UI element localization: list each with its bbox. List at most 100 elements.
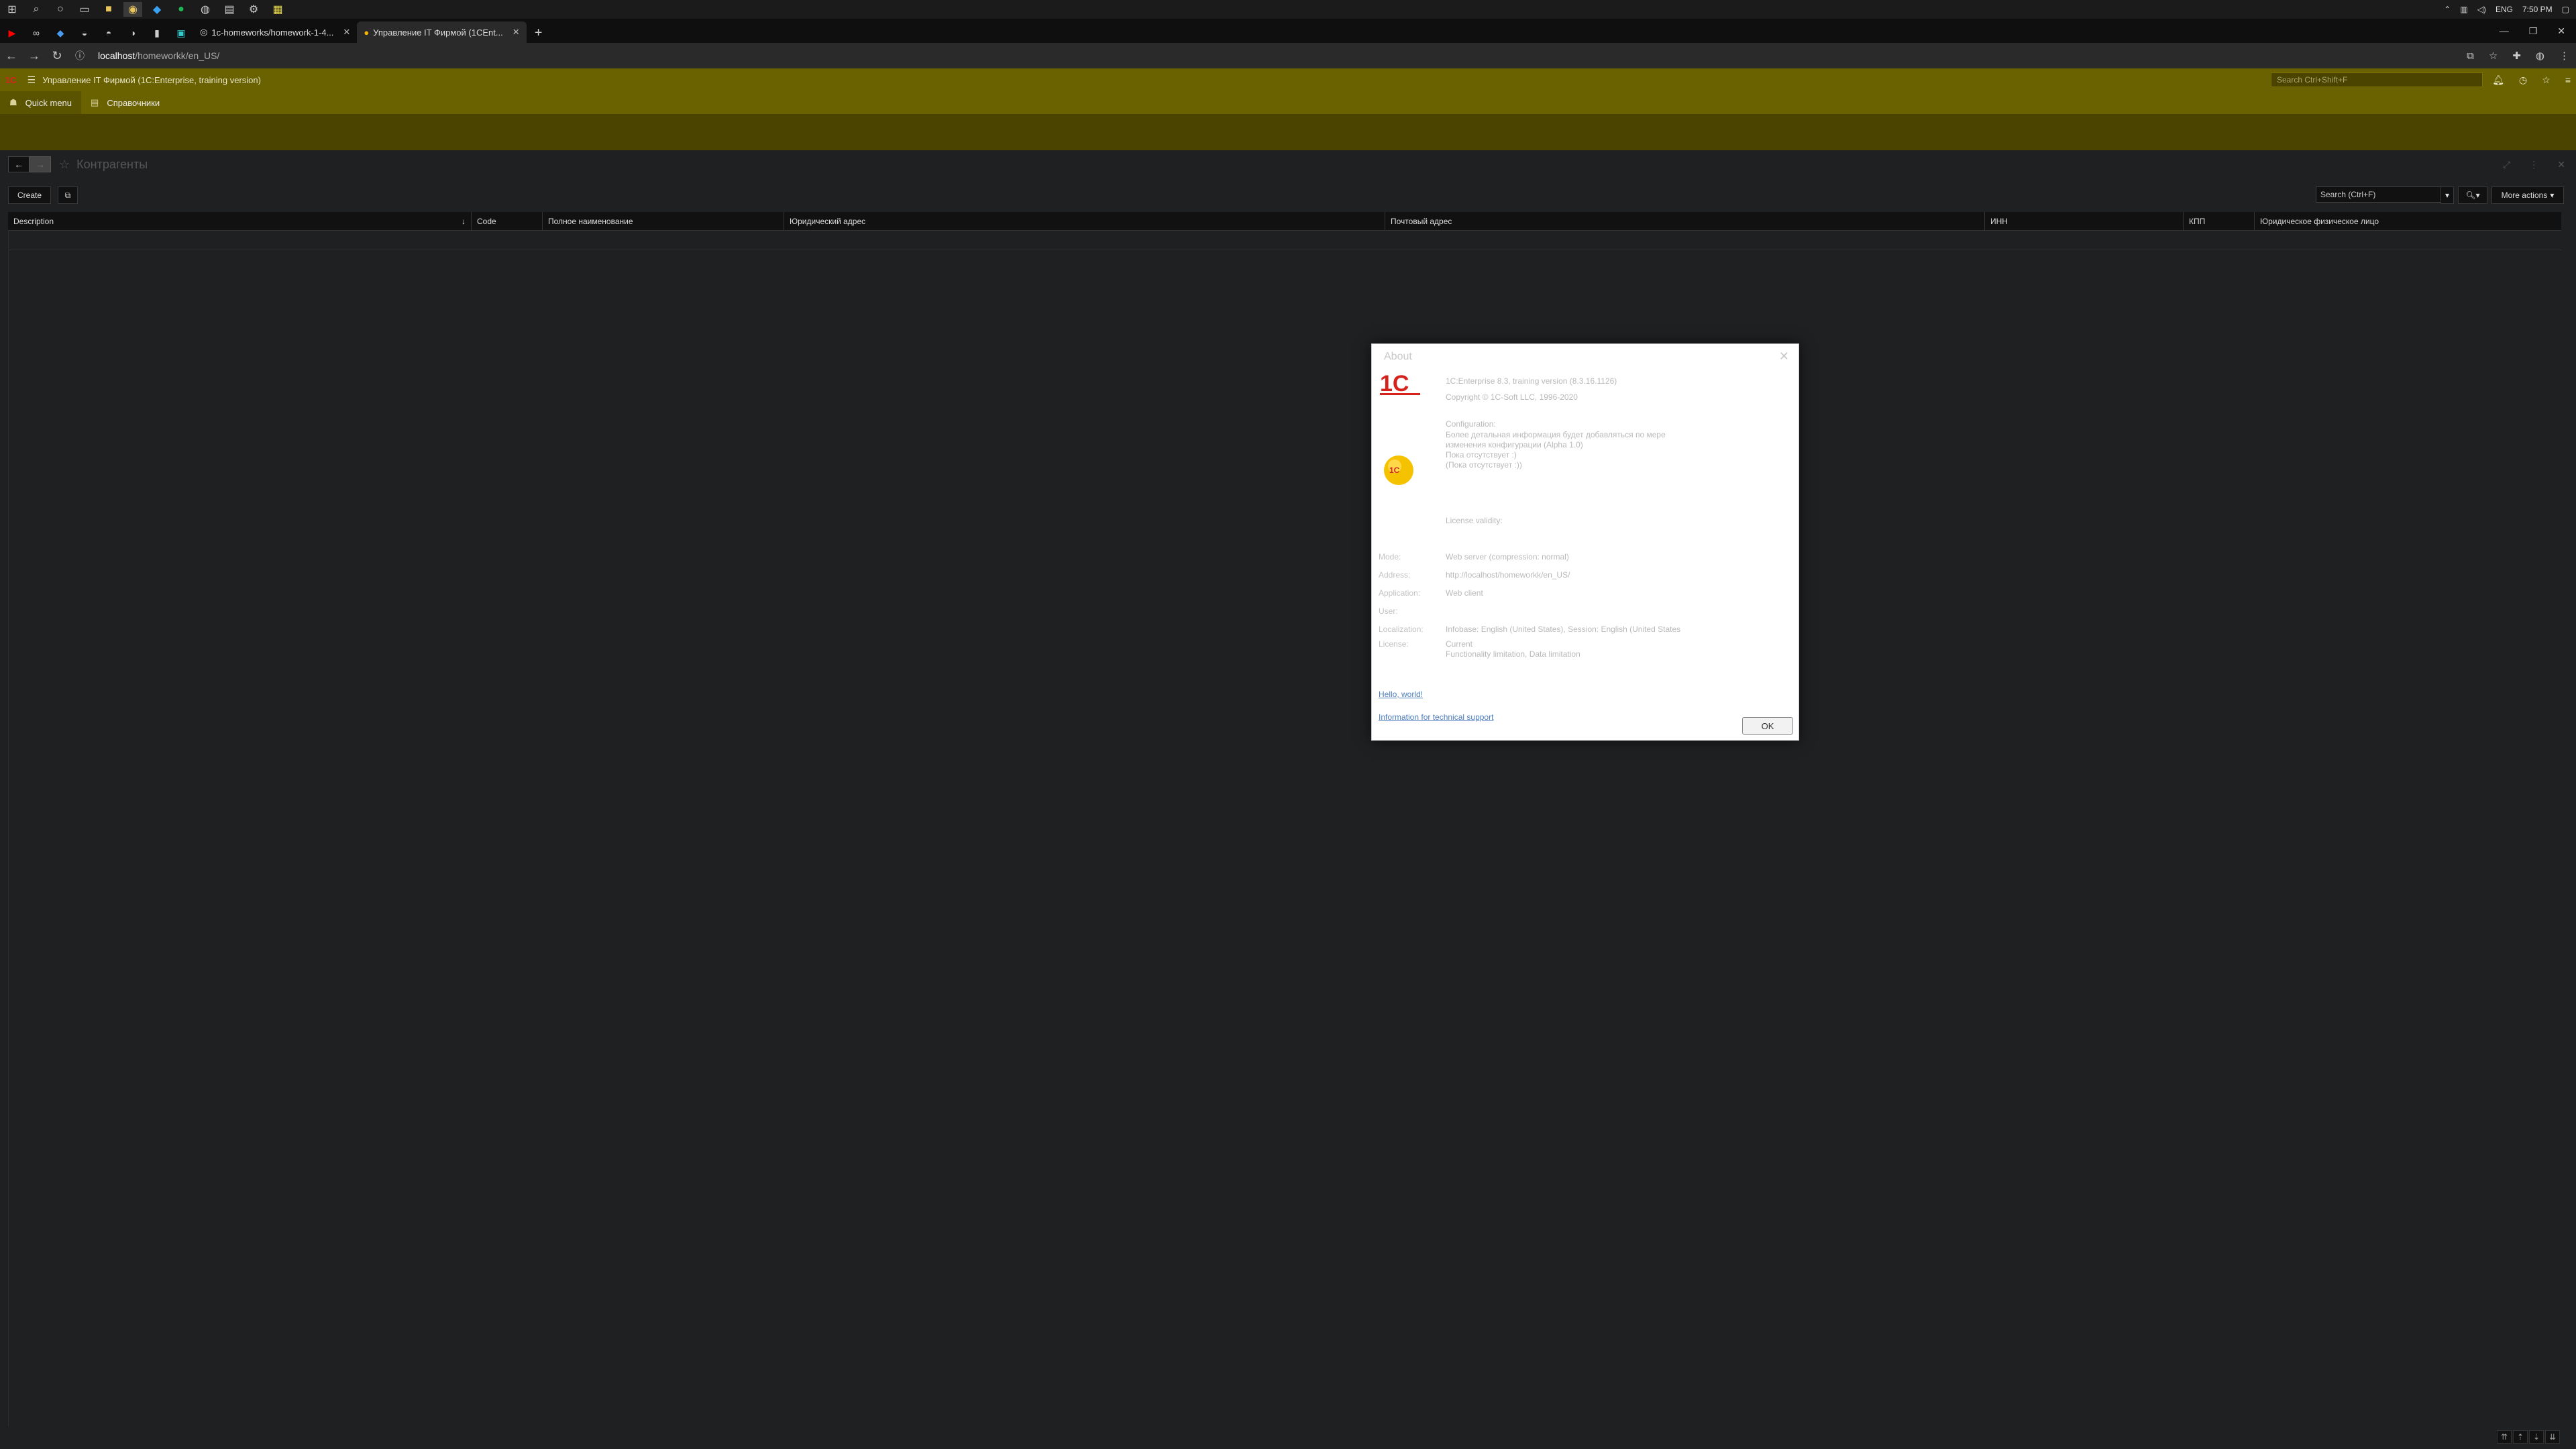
pager-bar: ⇈ ⇡ ⇣ ⇊ bbox=[0, 1426, 2576, 1449]
url-field[interactable]: localhost/homeworkk/en_US/ bbox=[98, 50, 219, 61]
table-body[interactable] bbox=[8, 231, 2562, 1426]
close-icon[interactable]: ✕ bbox=[1779, 350, 1789, 364]
pinned-tab-icon[interactable]: ◓ bbox=[97, 23, 121, 43]
copy-button[interactable]: ⧉ bbox=[58, 186, 78, 204]
install-icon[interactable]: ⧉ bbox=[2467, 50, 2474, 62]
search-dropdown-button[interactable]: ▾ bbox=[2440, 186, 2454, 204]
pinned-tab-icon[interactable]: ∞ bbox=[24, 23, 48, 43]
page-down-icon[interactable]: ⇣ bbox=[2529, 1430, 2544, 1444]
last-page-icon[interactable]: ⇊ bbox=[2545, 1430, 2560, 1444]
minimize-icon[interactable]: — bbox=[2500, 25, 2509, 36]
form-close-icon[interactable]: ✕ bbox=[2557, 159, 2565, 170]
vscode-icon[interactable]: ◆ bbox=[148, 2, 166, 17]
forward-icon[interactable]: → bbox=[23, 49, 46, 63]
create-button[interactable]: Create bbox=[8, 186, 51, 204]
column-header-legal-person[interactable]: Юридическое физическое лицо bbox=[2254, 212, 2561, 231]
column-label: Description bbox=[13, 217, 54, 226]
pinned-tab-icon[interactable]: ◒ bbox=[72, 23, 97, 43]
column-header-kpp[interactable]: КПП bbox=[2183, 212, 2254, 231]
terminal-icon[interactable]: ▤ bbox=[220, 2, 239, 17]
first-page-icon[interactable]: ⇈ bbox=[2497, 1430, 2512, 1444]
1c-logo-icon: 1С bbox=[1380, 371, 1420, 396]
svg-text:1С: 1С bbox=[1380, 371, 1409, 396]
hamburger-menu-icon[interactable]: ☰ bbox=[28, 74, 36, 86]
column-header-legal-address[interactable]: Юридический адрес bbox=[784, 212, 1385, 231]
section-catalogs[interactable]: ▤ Справочники bbox=[81, 91, 169, 114]
restore-icon[interactable]: ❐ bbox=[2529, 25, 2538, 37]
global-search-input[interactable]: Search Ctrl+Shift+F bbox=[2271, 72, 2483, 87]
system-tray: ⌃ ▥ ◁) ENG 7:50 PM ▢ bbox=[2444, 0, 2569, 19]
close-icon[interactable]: ✕ bbox=[343, 27, 350, 38]
favorites-star-icon[interactable]: ☆ bbox=[2542, 74, 2551, 86]
form-menu-icon[interactable]: ⋮ bbox=[2529, 159, 2538, 170]
chrome-icon[interactable]: ◉ bbox=[123, 2, 142, 17]
volume-icon[interactable]: ◁) bbox=[2477, 5, 2486, 14]
app-header: 1C ☰ Управление IT Фирмой (1C:Enterprise… bbox=[0, 68, 2576, 91]
youtube-icon[interactable]: ▶ bbox=[0, 23, 24, 43]
windows-icon[interactable]: ⊞ bbox=[3, 2, 21, 17]
copyright-text: Copyright © 1C-Soft LLC, 1996-2020 bbox=[1446, 392, 1578, 402]
bell-icon[interactable]: 🔔︎ bbox=[2492, 74, 2504, 86]
notifications-icon[interactable]: ▢ bbox=[2562, 5, 2569, 14]
pinned-tab-icon[interactable]: ▣ bbox=[169, 23, 193, 43]
info-icon[interactable]: ⓘ bbox=[68, 49, 91, 62]
config-line: Пока отсутствует :) bbox=[1446, 450, 1517, 460]
tab-label: 1c-homeworks/homework-1-4... bbox=[211, 27, 334, 38]
pinned-tab-icon[interactable]: ▮ bbox=[145, 23, 169, 43]
more-actions-button[interactable]: More actions ▾ bbox=[2491, 186, 2564, 204]
info-value: Web server (compression: normal) bbox=[1446, 552, 1569, 561]
close-window-icon[interactable]: ✕ bbox=[2557, 25, 2565, 37]
page-up-icon[interactable]: ⇡ bbox=[2513, 1430, 2528, 1444]
column-header-full-name[interactable]: Полное наименование bbox=[542, 212, 784, 231]
config-line: изменения конфигурации (Alpha 1.0) bbox=[1446, 440, 1583, 449]
history-icon[interactable]: ◷ bbox=[2519, 74, 2527, 86]
file-explorer-icon[interactable]: ■ bbox=[99, 2, 118, 17]
column-header-postal-address[interactable]: Почтовый адрес bbox=[1385, 212, 1984, 231]
spotify-icon[interactable]: ● bbox=[172, 2, 191, 17]
section-quick-menu[interactable]: ☗ Quick menu bbox=[0, 91, 82, 114]
browser-tab-active[interactable]: ● Управление IT Фирмой (1CEnt... ✕ bbox=[357, 21, 527, 43]
configuration-label: Configuration: bbox=[1446, 419, 1496, 429]
column-header-code[interactable]: Code bbox=[471, 212, 542, 231]
network-icon[interactable]: ▥ bbox=[2460, 5, 2467, 14]
kebab-menu-icon[interactable]: ⋮ bbox=[2559, 50, 2569, 62]
task-view-icon[interactable]: ▭ bbox=[75, 2, 94, 17]
cortana-icon[interactable]: ○ bbox=[51, 2, 70, 17]
settings-menu-icon[interactable]: ≡ bbox=[2565, 74, 2571, 85]
profile-icon[interactable]: ◍ bbox=[2536, 50, 2544, 62]
1c-logo-icon: 1C bbox=[5, 74, 17, 85]
search-icon[interactable]: ⌕ bbox=[27, 2, 46, 17]
more-actions-label: More actions bbox=[2501, 191, 2548, 200]
info-label: Localization: bbox=[1379, 625, 1424, 634]
address-bar-row: ← → ↻ ⓘ localhost/homeworkk/en_US/ ⧉ ☆ ✚… bbox=[0, 43, 2576, 68]
pinned-tab-icon[interactable]: ◆ bbox=[48, 23, 72, 43]
column-header-description[interactable]: Description ↓ bbox=[8, 212, 471, 231]
ok-button[interactable]: OK bbox=[1742, 717, 1793, 735]
open-new-window-icon[interactable]: ⤢ bbox=[2503, 159, 2510, 170]
steam-icon[interactable]: ◍ bbox=[196, 2, 215, 17]
bookmark-star-icon[interactable]: ☆ bbox=[2489, 50, 2498, 62]
back-icon[interactable]: ← bbox=[0, 49, 23, 63]
new-tab-button[interactable]: + bbox=[527, 23, 551, 43]
close-icon[interactable]: ✕ bbox=[513, 27, 520, 38]
find-button[interactable]: 🔍︎▾ bbox=[2458, 186, 2487, 204]
settings-icon[interactable]: ⚙ bbox=[244, 2, 263, 17]
notes-icon[interactable]: ▦ bbox=[268, 2, 287, 17]
reload-icon[interactable]: ↻ bbox=[46, 49, 68, 63]
forward-button[interactable]: → bbox=[30, 156, 51, 172]
column-header-inn[interactable]: ИНН bbox=[1984, 212, 2183, 231]
chevron-up-icon[interactable]: ⌃ bbox=[2444, 5, 2451, 14]
list-search-input[interactable]: Search (Ctrl+F) bbox=[2316, 186, 2450, 203]
1c-favicon-icon: ● bbox=[364, 27, 370, 38]
hello-world-link[interactable]: Hello, world! bbox=[1379, 690, 1423, 699]
clock[interactable]: 7:50 PM bbox=[2522, 5, 2553, 14]
url-host: localhost bbox=[98, 50, 136, 61]
language-indicator[interactable]: ENG bbox=[2496, 5, 2513, 14]
extensions-icon[interactable]: ✚ bbox=[2512, 50, 2521, 62]
browser-tab[interactable]: ◎ 1c-homeworks/homework-1-4... ✕ bbox=[193, 21, 357, 43]
favorite-star-icon[interactable]: ☆ bbox=[59, 158, 70, 172]
back-button[interactable]: ← bbox=[8, 156, 30, 172]
tech-support-link[interactable]: Information for technical support bbox=[1379, 712, 1493, 722]
about-dialog: About ✕ 1С 1C:Enterprise 8.3, training v… bbox=[1371, 343, 1799, 741]
pinned-tab-icon[interactable]: ◑ bbox=[121, 23, 145, 43]
